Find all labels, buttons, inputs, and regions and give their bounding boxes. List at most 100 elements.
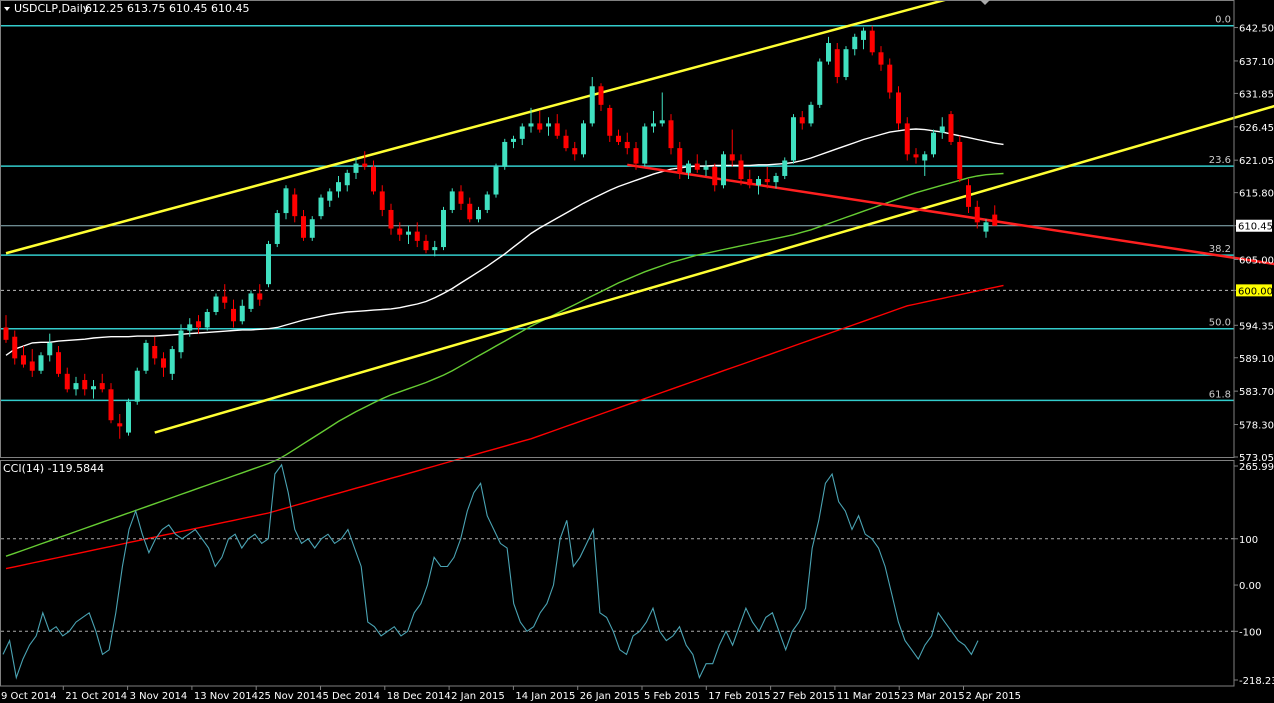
candle (204, 308, 210, 331)
candle (134, 367, 140, 405)
candle-body (213, 296, 219, 312)
candle-body (143, 342, 149, 371)
price-tick-label: 642.50 (1239, 24, 1274, 35)
candle-body (248, 293, 254, 309)
candle-body (554, 123, 560, 136)
candle-body (117, 423, 123, 427)
candle-body (56, 352, 61, 374)
candle-body (581, 123, 586, 155)
candle (817, 58, 823, 108)
candle (484, 191, 490, 214)
candle (502, 138, 508, 170)
candle (948, 111, 954, 146)
candle-body (537, 123, 543, 130)
candle-body (336, 182, 341, 192)
candle-body (878, 52, 884, 65)
candle-body (318, 197, 324, 217)
symbol-label: USDCLP,Daily (14, 2, 90, 15)
candle-body (939, 126, 945, 133)
candle-body (896, 92, 901, 124)
candle-body (388, 209, 394, 229)
candle-body (913, 154, 919, 158)
candle-body (957, 141, 963, 180)
candle-body (371, 166, 376, 192)
candle-body (974, 206, 980, 223)
candle-body (659, 120, 665, 124)
price-tick-label: 589.10 (1239, 354, 1274, 365)
fib-label: 61.8 (1209, 389, 1231, 400)
candle-body (764, 179, 770, 183)
candle-body (353, 163, 359, 173)
candle-body (826, 43, 831, 62)
price-tick-label: 583.70 (1239, 387, 1274, 398)
candle-body (904, 123, 910, 155)
candle-body (397, 228, 403, 235)
candle-body (861, 30, 866, 40)
candle-body (738, 160, 744, 180)
price-chart[interactable]: 0.023.638.250.061.8 642.50637.10631.8562… (0, 0, 1274, 703)
candle-body (222, 296, 228, 303)
candle (957, 135, 963, 183)
candle (449, 188, 455, 214)
candle (441, 206, 446, 251)
candle (931, 129, 936, 158)
candle-body (99, 383, 105, 390)
fib-label: 0.0 (1215, 15, 1231, 26)
candle-body (484, 194, 490, 210)
cci-tick-label: 0.00 (1239, 581, 1261, 592)
ohlc-readout: 612.25 613.75 610.45 610.45 (85, 2, 249, 15)
candle-body (82, 380, 88, 390)
candle-body (161, 358, 166, 368)
candle-body (362, 163, 368, 167)
candle (213, 293, 219, 316)
candle-body (379, 191, 385, 210)
candle-body (616, 135, 621, 142)
candle-body (694, 163, 700, 170)
candle (843, 46, 849, 81)
candle-body (432, 247, 438, 251)
candle-body (502, 141, 508, 167)
candle-body (721, 154, 726, 186)
candle (143, 339, 149, 374)
candle-body (406, 231, 411, 235)
candle-body (677, 148, 683, 173)
alert-price-label: 600.00 (1238, 286, 1273, 297)
candle-body (449, 191, 455, 210)
time-tick-label: 21 Oct 2014 (65, 691, 127, 702)
candle-body (274, 213, 280, 244)
fib-label: 23.6 (1209, 155, 1231, 166)
candle-body (782, 160, 788, 176)
current-price-label: 610.45 (1238, 222, 1273, 233)
price-tick-label: 621.05 (1239, 156, 1274, 167)
candle-body (204, 311, 210, 328)
time-tick-label: 14 Jan 2015 (515, 691, 575, 702)
candle-body (651, 123, 656, 127)
candle-body (266, 243, 271, 285)
candle-body (817, 61, 823, 105)
time-tick-label: 2 Jan 2015 (451, 691, 505, 702)
candle-body (476, 209, 481, 220)
time-tick-label: 3 Nov 2014 (130, 691, 188, 702)
main-panel-background (0, 0, 1274, 703)
candle-body (126, 401, 131, 433)
candle-body (799, 117, 805, 124)
candle-body (983, 222, 989, 232)
time-tick-label: 27 Feb 2015 (773, 691, 835, 702)
candle-body (546, 123, 551, 127)
price-tick-label: 605.00 (1239, 255, 1274, 266)
candle (721, 151, 726, 189)
candle-body (467, 203, 473, 220)
candle-body (852, 36, 858, 50)
cci-tick-label: -100 (1239, 627, 1262, 638)
time-tick-label: 11 Mar 2015 (837, 691, 900, 702)
candle (266, 240, 271, 288)
cci-tick-label: -218.231 (1239, 676, 1274, 687)
candle (309, 216, 315, 241)
candle-body (423, 240, 429, 251)
candle (782, 157, 788, 180)
price-tick-label: 615.80 (1239, 189, 1274, 200)
candle-body (668, 120, 674, 149)
candle-body (511, 138, 516, 142)
candle-body (239, 305, 245, 322)
candle (581, 120, 586, 158)
